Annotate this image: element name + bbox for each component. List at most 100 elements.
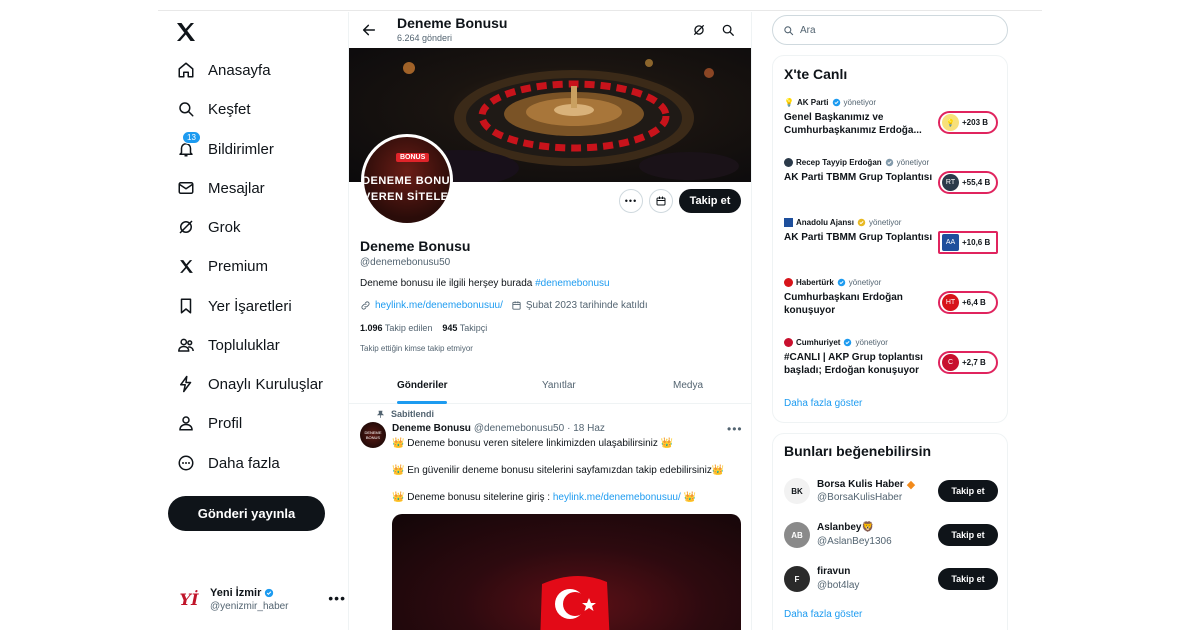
verified-badge-icon bbox=[885, 158, 893, 167]
suggestion-follow-button[interactable]: Takip et bbox=[938, 524, 998, 546]
nav-home[interactable]: Anasayfa bbox=[176, 57, 271, 83]
tweet-link[interactable]: heylink.me/denemebonusuu/ bbox=[553, 492, 681, 503]
account-more-icon[interactable]: ••• bbox=[328, 590, 346, 606]
tab-posts[interactable]: Gönderiler bbox=[397, 380, 448, 391]
live-listeners-pill[interactable]: AA +10,6 B bbox=[938, 231, 998, 254]
post-button[interactable]: Gönderi yayınla bbox=[168, 496, 325, 531]
nav-grok-label: Grok bbox=[208, 218, 241, 236]
source-avatar bbox=[784, 338, 793, 347]
live-item-title: AK Parti TBMM Grup Toplantısı bbox=[784, 232, 933, 243]
nav-explore[interactable]: Keşfet bbox=[176, 96, 251, 122]
account-switcher[interactable]: Yİ Yeni İzmir @yenizmir_haber ••• bbox=[176, 582, 346, 616]
more-options-button[interactable]: ••• bbox=[619, 189, 643, 213]
bio-hashtag-link[interactable]: #denemebonusu bbox=[535, 278, 610, 289]
tweet-line-2: 👑 En güvenilir deneme bonusu sitelerini … bbox=[392, 465, 725, 476]
bio-text: Deneme bonusu ile ilgili herşey burada bbox=[360, 278, 536, 289]
live-item-title: #CANLI | AKP Grup toplantısı başladı; Er… bbox=[784, 352, 923, 376]
followers-link[interactable]: 945 Takipçi bbox=[442, 323, 487, 333]
nav-profile[interactable]: Profil bbox=[176, 410, 242, 436]
tweet-author-name[interactable]: Deneme Bonusu bbox=[392, 423, 471, 434]
live-listeners-pill[interactable]: 💡 +203 B bbox=[938, 111, 998, 134]
calendar-icon bbox=[512, 301, 521, 310]
pin-icon bbox=[376, 410, 385, 418]
live-item-source: Cumhuriyet yönetiyor bbox=[784, 338, 888, 347]
live-item[interactable]: Anadolu Ajansı yönetiyor AK Parti TBMM Gr… bbox=[784, 218, 1000, 266]
follow-button[interactable]: Takip et bbox=[679, 189, 741, 213]
live-listeners-count: +6,4 B bbox=[962, 298, 986, 307]
turkish-flag-image bbox=[540, 575, 610, 630]
live-show-more-link[interactable]: Daha fazla göster bbox=[784, 398, 862, 409]
nav-messages[interactable]: Mesajlar bbox=[176, 175, 265, 201]
people-icon bbox=[176, 335, 196, 355]
verified-badge-icon bbox=[837, 278, 846, 287]
search-input[interactable] bbox=[800, 24, 980, 36]
profile-bio: Deneme bonusu ile ilgili herşey burada #… bbox=[360, 278, 610, 289]
account-text: Yeni İzmir @yenizmir_haber bbox=[210, 587, 289, 612]
x-logo-icon[interactable] bbox=[174, 20, 198, 44]
lightning-icon bbox=[176, 374, 196, 394]
nav-communities[interactable]: Topluluklar bbox=[176, 332, 280, 358]
source-avatar bbox=[784, 218, 793, 227]
search-icon[interactable] bbox=[721, 23, 735, 37]
tweet-author-avatar[interactable]: DENEME BONUS bbox=[360, 422, 386, 448]
suggestion-follow-button[interactable]: Takip et bbox=[938, 568, 998, 590]
suggestion-name-row: Borsa Kulis Haber ◆ bbox=[817, 478, 915, 491]
tweet-media-image[interactable] bbox=[392, 514, 741, 630]
live-item[interactable]: Habertürk yönetiyor Cumhurbaşkanı Erdoğan… bbox=[784, 278, 1000, 326]
live-host-avatar: C bbox=[942, 354, 959, 371]
back-arrow-icon[interactable] bbox=[361, 22, 377, 38]
nav-notifications[interactable]: 13 Bildirimler bbox=[176, 131, 274, 162]
nav-profile-label: Profil bbox=[208, 414, 243, 432]
nav-communities-label: Topluluklar bbox=[208, 336, 280, 354]
suggestion-item[interactable]: F firavun @bot4lay Takip et bbox=[784, 562, 1000, 598]
nav-premium[interactable]: Premium bbox=[176, 253, 268, 279]
source-avatar bbox=[784, 158, 793, 167]
person-icon bbox=[176, 413, 196, 433]
live-listeners-pill[interactable]: RT +55,4 B bbox=[938, 171, 998, 194]
profile-handle: @denemebonusu50 bbox=[360, 257, 451, 268]
suggestion-item[interactable]: AB Aslanbey🦁 @AslanBey1306 Takip et bbox=[784, 518, 1000, 554]
grok-icon[interactable] bbox=[692, 23, 706, 37]
live-listeners-count: +203 B bbox=[962, 118, 989, 127]
suggestions-show-more-link[interactable]: Daha fazla göster bbox=[784, 609, 862, 620]
pinned-indicator: Sabitlendi bbox=[376, 409, 434, 419]
live-card: X'te Canlı 💡 AK Parti yönetiyor Genel Başk… bbox=[772, 55, 1008, 423]
suggestion-item[interactable]: BK Borsa Kulis Haber ◆ @BorsaKulisHaber T… bbox=[784, 474, 1000, 510]
following-count: 1.096 bbox=[360, 323, 383, 333]
nav-explore-label: Keşfet bbox=[208, 100, 251, 118]
nav-verified-orgs-label: Onaylı Kuruluşlar bbox=[208, 375, 324, 393]
profile-tabs: Gönderiler Yanıtlar Medya bbox=[349, 367, 751, 404]
live-source-status: yönetiyor bbox=[896, 158, 930, 167]
subscribe-button[interactable] bbox=[649, 189, 673, 213]
nav-bookmarks[interactable]: Yer İşaretleri bbox=[176, 293, 292, 319]
live-item[interactable]: Recep Tayyip Erdoğan yönetiyor AK Parti T… bbox=[784, 158, 1000, 206]
post-count: 6.264 gönderi bbox=[397, 33, 453, 43]
profile-website-link[interactable]: heylink.me/denemebonusuu/ bbox=[375, 300, 503, 311]
nav-grok[interactable]: Grok bbox=[176, 214, 241, 240]
nav-verified-orgs[interactable]: Onaylı Kuruluşlar bbox=[176, 371, 323, 397]
profile-avatar[interactable]: BONUS DENEME BONUS VEREN SİTELER bbox=[361, 134, 453, 226]
live-listeners-pill[interactable]: HT +6,4 B bbox=[938, 291, 998, 314]
search-bar[interactable] bbox=[772, 15, 1008, 45]
suggestion-avatar: BK bbox=[784, 478, 810, 504]
followers-label: Takipçi bbox=[459, 323, 488, 333]
nav-more[interactable]: Daha fazla bbox=[176, 450, 280, 476]
live-host-avatar: 💡 bbox=[942, 114, 959, 131]
tweet-avatar-text: DENEME BONUS bbox=[364, 430, 382, 440]
live-source-status: yönetiyor bbox=[843, 98, 876, 107]
following-link[interactable]: 1.096 Takip edilen bbox=[360, 323, 432, 333]
live-listeners-count: +55,4 B bbox=[962, 178, 991, 187]
tab-media[interactable]: Medya bbox=[673, 380, 703, 391]
live-source-status: yönetiyor bbox=[848, 278, 882, 287]
tweet-date[interactable]: · 18 Haz bbox=[567, 423, 605, 434]
suggestion-follow-button[interactable]: Takip et bbox=[938, 480, 998, 502]
profile-meta: heylink.me/denemebonusuu/ Şubat 2023 tar… bbox=[360, 300, 648, 311]
tab-replies[interactable]: Yanıtlar bbox=[542, 380, 576, 391]
live-listeners-pill[interactable]: C +2,7 B bbox=[938, 351, 998, 374]
nav-bookmarks-label: Yer İşaretleri bbox=[208, 297, 292, 315]
live-host-avatar: RT bbox=[942, 174, 959, 191]
live-item[interactable]: 💡 AK Parti yönetiyor Genel Başkanımız ve C… bbox=[784, 98, 1000, 146]
tweet-more-icon[interactable]: ••• bbox=[727, 422, 743, 436]
suggestions-title: Bunları beğenebilirsin bbox=[784, 443, 932, 459]
live-item[interactable]: Cumhuriyet yönetiyor #CANLI | AKP Grup to… bbox=[784, 338, 1000, 386]
